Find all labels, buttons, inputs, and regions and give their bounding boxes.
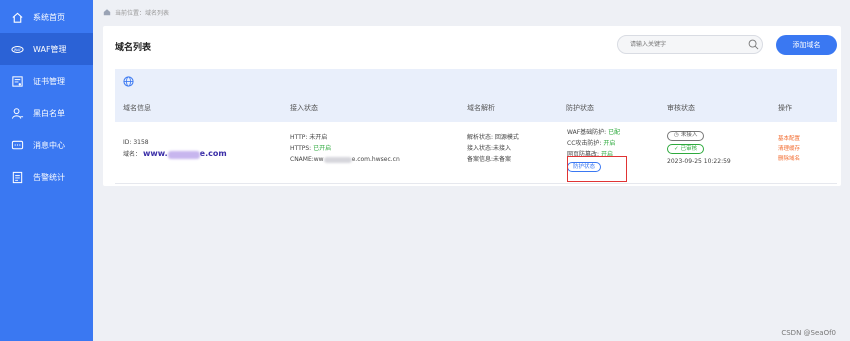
redacted-mask: [167, 150, 200, 159]
not-accessed-label: 未接入: [680, 132, 698, 138]
column-header-domain-resolve: 域名解析: [467, 104, 495, 112]
add-domain-button[interactable]: 添加域名: [776, 35, 837, 55]
https-status: HTTPS: 已开启: [290, 143, 400, 154]
svg-text:WAF: WAF: [13, 47, 20, 51]
domain-list-card: 域名列表 添加域名 域名信息 接入状态 域名解析 防护状态 审核状态 操作 ID…: [103, 26, 841, 186]
sidebar-item-certificate[interactable]: 证书管理: [0, 65, 93, 97]
column-header-access-status: 接入状态: [290, 104, 318, 112]
main-content: 当前位置：域名列表 域名列表 添加域名 域名信息 接入状态 域名解析 防护状态 …: [93, 0, 850, 341]
access-state: 接入状态:未接入: [467, 145, 512, 152]
domain-name-suffix: e.com: [199, 149, 227, 158]
actions-cell: 基本配置 清理缓存 删除域名: [778, 134, 800, 164]
domain-name-prefix: www.: [142, 149, 168, 158]
sidebar-item-waf[interactable]: WAF WAF管理: [0, 33, 93, 65]
access-status-cell: HTTP: 未开启 HTTPS: 已开启 CNAME:ww e.com.hwsec…: [290, 132, 400, 165]
cname-record: CNAME:ww e.com.hwsec.cn: [290, 154, 400, 165]
user-icon: [10, 106, 24, 120]
domain-table: 域名信息 接入状态 域名解析 防护状态 审核状态 操作 ID: 3158 域名：…: [115, 69, 837, 184]
cc-value: 开启: [603, 140, 616, 147]
cname-prefix: CNAME:ww: [290, 156, 324, 163]
column-header-protection-status: 防护状态: [566, 104, 594, 112]
audited-label: 已审核: [680, 145, 698, 152]
sidebar: 系统首页 WAF WAF管理 证书管理 黑白名单 消息中心 告警统计: [0, 0, 93, 341]
sidebar-item-label: 黑白名单: [33, 108, 65, 118]
waf-value: 已配: [608, 129, 621, 136]
check-icon: ✓: [674, 145, 679, 152]
cc-label: CC攻击防护:: [567, 140, 604, 147]
table-header: 域名信息 接入状态 域名解析 防护状态 审核状态 操作: [115, 69, 837, 122]
audit-time: 2023-09-25 10:22:59: [667, 158, 731, 165]
column-header-audit-status: 审核状态: [667, 104, 695, 112]
sidebar-item-blackwhite-list[interactable]: 黑白名单: [0, 97, 93, 129]
audit-status-cell: ◷ 未接入 ✓ 已审核 2023-09-25 10:22:59: [667, 129, 731, 167]
domain-label: 域名：: [123, 151, 142, 158]
sidebar-item-label: 告警统计: [33, 172, 65, 182]
https-value: 已开启: [313, 145, 332, 152]
column-header-domain-info: 域名信息: [123, 104, 151, 112]
clear-cache-link[interactable]: 清理缓存: [778, 144, 800, 154]
breadcrumb-text: 当前位置：域名列表: [115, 9, 170, 17]
table-row: ID: 3158 域名： www. e.com HTTP: 未开启 HTTPS: …: [115, 122, 837, 184]
waf-protection: WAF基础防护: 已配: [567, 127, 620, 138]
sidebar-item-label: 证书管理: [33, 76, 65, 86]
basic-config-link[interactable]: 基本配置: [778, 134, 800, 144]
sidebar-item-messages[interactable]: 消息中心: [0, 129, 93, 161]
domain-line: 域名： www. e.com: [123, 148, 227, 160]
message-icon: [10, 138, 24, 152]
domain-resolve-cell: 解析状态: 回源模式 接入状态:未接入 备案信息:未备案: [467, 132, 519, 165]
http-status: HTTP: 未开启: [290, 134, 328, 141]
sidebar-item-home[interactable]: 系统首页: [0, 1, 93, 33]
watermark: CSDN @SeaOf0: [781, 329, 836, 337]
sidebar-item-alarm-stats[interactable]: 告警统计: [0, 161, 93, 193]
home-icon: [10, 10, 24, 24]
record-info: 备案信息:未备案: [467, 156, 512, 163]
home-icon: [103, 9, 111, 16]
certificate-icon: [10, 74, 24, 88]
not-accessed-badge: ◷ 未接入: [667, 130, 705, 141]
highlight-box: [567, 156, 627, 182]
resolve-status: 解析状态: 回源模式: [467, 134, 519, 141]
document-icon: [10, 170, 24, 184]
page-title: 域名列表: [115, 43, 152, 53]
waf-label: WAF基础防护:: [567, 129, 609, 136]
waf-icon: WAF: [10, 42, 24, 56]
search-icon[interactable]: [748, 39, 759, 50]
sidebar-item-label: 系统首页: [33, 12, 65, 22]
sidebar-item-label: WAF管理: [33, 44, 67, 54]
clock-icon: ◷: [674, 132, 679, 138]
cname-suffix: e.com.hwsec.cn: [351, 156, 400, 163]
redacted-mask: [323, 156, 352, 163]
sidebar-item-label: 消息中心: [33, 140, 65, 150]
domain-info-cell: ID: 3158 域名： www. e.com: [123, 137, 227, 160]
column-header-actions: 操作: [778, 104, 792, 112]
cc-protection: CC攻击防护: 开启: [567, 138, 620, 149]
delete-domain-link[interactable]: 删除域名: [778, 154, 800, 164]
audited-badge: ✓ 已审核: [667, 144, 705, 154]
search-input[interactable]: [617, 35, 763, 54]
breadcrumb: 当前位置：域名列表: [103, 6, 169, 18]
globe-icon: [123, 76, 134, 87]
https-label: HTTPS:: [290, 145, 314, 152]
domain-id: ID: 3158: [123, 139, 149, 146]
